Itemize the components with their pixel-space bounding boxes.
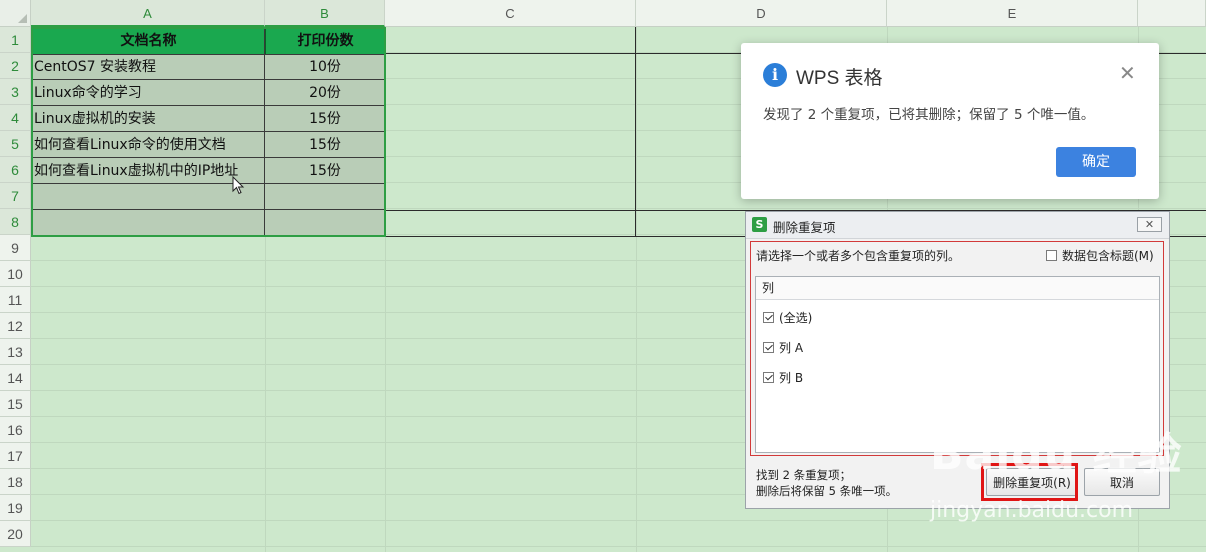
dialog-title: 删除重复项 [773,220,836,235]
row-header[interactable]: 1 [0,27,31,53]
column-header-a[interactable]: A [31,0,265,27]
cell-document-name[interactable]: 如何查看Linux虚拟机中的IP地址 [34,158,238,184]
cell-document-name[interactable]: Linux命令的学习 [34,80,142,106]
checkbox-checked-icon[interactable] [763,312,774,323]
duplicates-found-text: 找到 2 条重复项； 删除后将保留 5 条唯一项。 [756,467,897,499]
row-header[interactable]: 2 [0,53,31,79]
found-line-1: 找到 2 条重复项； [756,468,852,482]
row-header[interactable]: 5 [0,131,31,157]
column-list-header: 列 [756,277,1159,300]
cell-print-count[interactable]: 15份 [265,158,385,184]
list-item-column-b[interactable]: 列 B [763,369,803,386]
row-header[interactable]: 6 [0,157,31,183]
select-all-corner[interactable] [0,0,31,27]
dialog-titlebar[interactable]: S 删除重复项 ✕ [746,212,1169,239]
dialog-close-button[interactable]: ✕ [1137,217,1162,232]
row-header[interactable]: 3 [0,79,31,105]
column-header-f[interactable] [1138,0,1206,27]
column-header-e[interactable]: E [887,0,1138,27]
row-header[interactable]: 10 [0,261,31,287]
wps-logo-icon: S [752,217,767,232]
header-cell-count[interactable]: 打印份数 [265,27,386,55]
watermark-logo: Baidu 经验 [930,429,1183,480]
row-header[interactable]: 4 [0,105,31,131]
info-icon: i [763,63,787,87]
mouse-cursor-icon [232,176,245,195]
wps-notification: i WPS 表格 ✕ 发现了 2 个重复项，已将其删除；保留了 5 个唯一值。 … [741,43,1159,199]
checkbox-icon[interactable] [1046,250,1057,261]
list-item-column-a[interactable]: 列 A [763,339,803,356]
data-has-header-checkbox[interactable]: 数据包含标题(M) [1046,247,1154,264]
checkbox-checked-icon[interactable] [763,342,774,353]
cell-document-name[interactable]: Linux虚拟机的安装 [34,106,156,132]
row-header[interactable]: 15 [0,391,31,417]
watermark-url: jingyan.baidu.com [930,498,1134,523]
list-item-label: 列 A [779,341,804,355]
row-header[interactable]: 8 [0,209,31,235]
checkbox-checked-icon[interactable] [763,372,774,383]
column-header-c[interactable]: C [385,0,636,27]
cell-print-count[interactable]: 15份 [265,132,385,158]
row-header[interactable]: 18 [0,469,31,495]
column-header-b[interactable]: B [265,0,385,27]
notification-message: 发现了 2 个重复项，已将其删除；保留了 5 个唯一值。 [763,107,1095,123]
row-header[interactable]: 7 [0,183,31,209]
confirm-button[interactable]: 确定 [1056,147,1136,177]
cell-document-name[interactable]: CentOS7 安装教程 [34,54,156,80]
header-cell-name[interactable]: 文档名称 [31,27,266,55]
cell-print-count[interactable]: 15份 [265,106,385,132]
row-header[interactable]: 13 [0,339,31,365]
cell-print-count[interactable]: 10份 [265,54,385,80]
row-header[interactable]: 11 [0,287,31,313]
cell-document-name[interactable]: 如何查看Linux命令的使用文档 [34,132,226,158]
cell-print-count[interactable]: 20份 [265,80,385,106]
row-header[interactable]: 9 [0,235,31,261]
found-line-2: 删除后将保留 5 条唯一项。 [756,484,898,498]
data-has-header-label: 数据包含标题(M) [1062,249,1154,263]
list-item-label: (全选) [779,311,813,325]
dialog-instruction: 请选择一个或者多个包含重复项的列。 [756,249,961,263]
close-icon[interactable]: ✕ [1119,63,1136,83]
row-header[interactable]: 16 [0,417,31,443]
row-header[interactable]: 19 [0,495,31,521]
list-item-label: 列 B [779,371,804,385]
row-header[interactable]: 17 [0,443,31,469]
row-header[interactable]: 14 [0,365,31,391]
notification-title: WPS 表格 [796,68,883,89]
row-header[interactable]: 12 [0,313,31,339]
column-header-d[interactable]: D [636,0,887,27]
list-item-select-all[interactable]: (全选) [763,309,812,326]
row-header[interactable]: 20 [0,521,31,547]
